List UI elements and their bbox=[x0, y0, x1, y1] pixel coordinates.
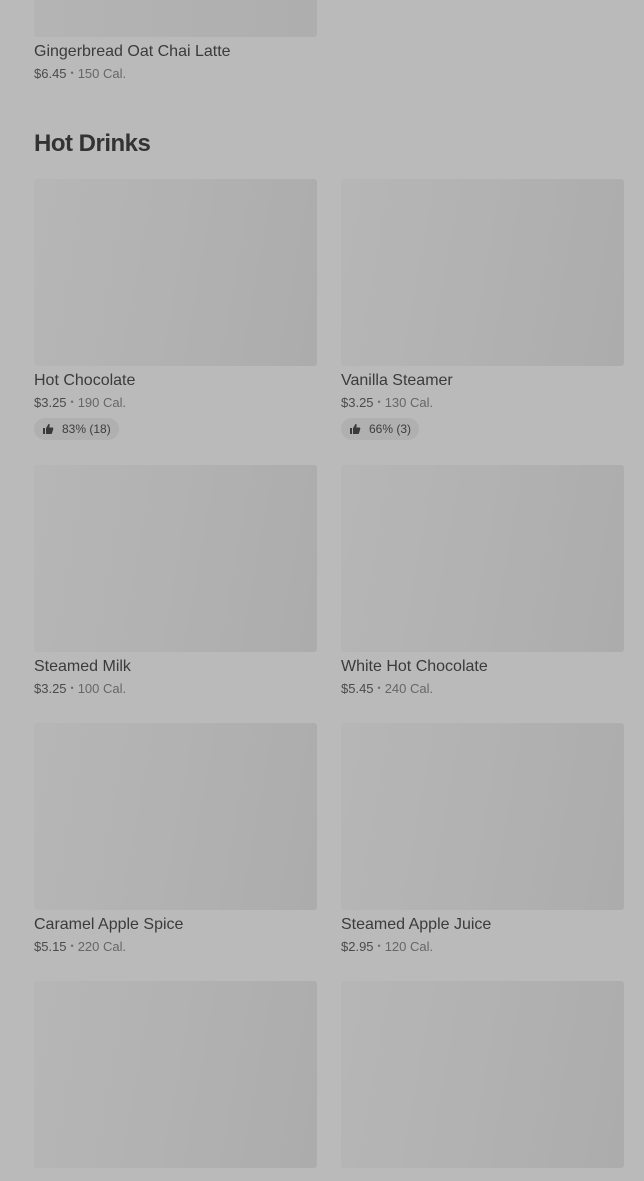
meta-separator: • bbox=[377, 941, 381, 951]
item-image bbox=[341, 179, 624, 366]
item-price: $3.25 bbox=[34, 395, 67, 410]
item-meta: $5.15 • 220 Cal. bbox=[34, 939, 317, 954]
rating-badge: 66% (3) bbox=[341, 418, 420, 440]
item-image bbox=[34, 465, 317, 652]
rating-badge: 83% (18) bbox=[34, 418, 119, 440]
item-calories: 150 Cal. bbox=[77, 66, 127, 81]
meta-separator: • bbox=[70, 68, 74, 78]
item-name: Hot Chocolate bbox=[34, 372, 136, 389]
item-image bbox=[34, 179, 317, 366]
meta-separator: • bbox=[70, 683, 74, 693]
menu-item-card[interactable]: Steamed Apple Juice $2.95 • 120 Cal. bbox=[341, 723, 624, 981]
meta-separator: • bbox=[377, 397, 381, 407]
item-image bbox=[341, 465, 624, 652]
item-name: Vanilla Steamer bbox=[341, 372, 453, 389]
item-name: Steamed Milk bbox=[34, 658, 131, 675]
item-image bbox=[34, 723, 317, 910]
menu-item-card[interactable]: Hot Chocolate $3.25 • 190 Cal. 83% (18) bbox=[34, 179, 317, 465]
item-calories: 100 Cal. bbox=[77, 681, 127, 696]
item-image bbox=[34, 0, 317, 37]
menu-item-card[interactable] bbox=[34, 981, 317, 1181]
section-title: Hot Drinks bbox=[34, 130, 151, 157]
item-name: White Hot Chocolate bbox=[341, 658, 488, 675]
item-name: Steamed Apple Juice bbox=[341, 916, 492, 933]
meta-separator: • bbox=[70, 397, 74, 407]
item-price: $3.25 bbox=[341, 395, 374, 410]
item-calories: 220 Cal. bbox=[77, 939, 127, 954]
item-meta: $6.45 • 150 Cal. bbox=[34, 66, 317, 81]
item-meta: $2.95 • 120 Cal. bbox=[341, 939, 624, 954]
item-calories: 190 Cal. bbox=[77, 395, 127, 410]
item-price: $6.45 bbox=[34, 66, 67, 81]
meta-separator: • bbox=[70, 941, 74, 951]
item-image bbox=[34, 981, 317, 1168]
rating-value: 83% (18) bbox=[62, 422, 111, 436]
item-name: Caramel Apple Spice bbox=[34, 916, 184, 933]
item-price: $2.95 bbox=[341, 939, 374, 954]
thumbs-up-icon bbox=[350, 424, 361, 434]
menu-item-card[interactable] bbox=[341, 981, 624, 1181]
menu-item-card[interactable]: Steamed Milk $3.25 • 100 Cal. bbox=[34, 465, 317, 723]
menu-items-grid: Hot Chocolate $3.25 • 190 Cal. 83% (18) Va… bbox=[34, 179, 624, 1181]
item-price: $5.45 bbox=[341, 681, 374, 696]
item-calories: 120 Cal. bbox=[384, 939, 434, 954]
item-meta: $3.25 • 100 Cal. bbox=[34, 681, 317, 696]
item-price: $5.15 bbox=[34, 939, 67, 954]
rating-value: 66% (3) bbox=[369, 422, 412, 436]
item-meta: $3.25 • 190 Cal. bbox=[34, 395, 317, 410]
item-image bbox=[341, 723, 624, 910]
menu-item-card[interactable]: Vanilla Steamer $3.25 • 130 Cal. 66% (3) bbox=[341, 179, 624, 465]
meta-separator: • bbox=[377, 683, 381, 693]
menu-item-card[interactable]: Caramel Apple Spice $5.15 • 220 Cal. bbox=[34, 723, 317, 981]
item-price: $3.25 bbox=[34, 681, 67, 696]
item-calories: 240 Cal. bbox=[384, 681, 434, 696]
item-calories: 130 Cal. bbox=[384, 395, 434, 410]
item-image bbox=[341, 981, 624, 1168]
item-meta: $3.25 • 130 Cal. bbox=[341, 395, 624, 410]
thumbs-up-icon bbox=[43, 424, 54, 434]
item-meta: $5.45 • 240 Cal. bbox=[341, 681, 624, 696]
menu-item-card[interactable]: Gingerbread Oat Chai Latte $6.45 • 150 Cal… bbox=[34, 0, 317, 81]
menu-item-card[interactable]: White Hot Chocolate $5.45 • 240 Cal. bbox=[341, 465, 624, 723]
item-name: Gingerbread Oat Chai Latte bbox=[34, 43, 231, 60]
